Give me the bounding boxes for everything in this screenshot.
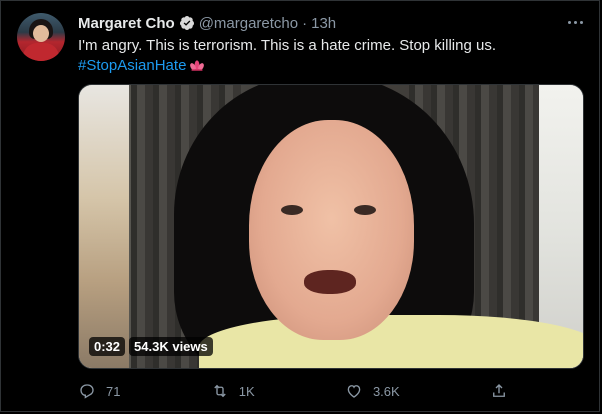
video-person-shirt	[199, 315, 583, 368]
verified-badge-icon	[179, 16, 194, 30]
reply-button[interactable]: 71	[78, 382, 120, 400]
reply-count: 71	[106, 383, 121, 399]
video-views: 54.3K views	[129, 337, 213, 356]
reply-icon	[80, 384, 94, 399]
video-badges: 0:32 54.3K views	[89, 337, 213, 356]
avatar-shirt	[23, 43, 59, 61]
tweet-timestamp[interactable]: 13h	[311, 15, 336, 32]
avatar-face	[33, 25, 49, 42]
more-icon[interactable]	[565, 15, 585, 29]
tweet-header: Margaret Cho @margaretcho · 13h	[78, 13, 336, 33]
retweet-button[interactable]: 1K	[211, 382, 255, 400]
hashtag-link[interactable]: #StopAsianHate	[78, 56, 186, 76]
video-person-face	[249, 120, 414, 340]
tweet-text: I'm angry. This is terrorism. This is a …	[78, 36, 578, 76]
tweet-body: I'm angry. This is terrorism. This is a …	[78, 37, 496, 54]
video-duration: 0:32	[89, 337, 126, 356]
author-name[interactable]: Margaret Cho	[78, 15, 175, 32]
like-count: 3.6K	[372, 383, 400, 399]
video-person-eye-right	[354, 205, 376, 215]
retweet-icon	[214, 384, 226, 398]
video-window-left	[79, 85, 129, 368]
tweet-actions: 71 1K 3.6K	[78, 381, 508, 401]
separator-dot: ·	[302, 14, 308, 32]
author-handle[interactable]: @margaretcho	[199, 15, 298, 32]
share-button[interactable]	[490, 382, 508, 400]
like-button[interactable]: 3.6K	[345, 382, 400, 400]
tweet-card[interactable]: Margaret Cho @margaretcho · 13h I'm angr…	[0, 0, 600, 412]
share-icon	[493, 384, 505, 397]
avatar[interactable]	[17, 13, 65, 61]
video-person-eye-left	[281, 205, 303, 215]
video-person-mouth	[304, 270, 356, 294]
lotus-icon	[190, 60, 205, 71]
video-player[interactable]: 0:32 54.3K views	[78, 84, 584, 369]
retweet-count: 1K	[238, 383, 255, 399]
hashtag-line: #StopAsianHate	[78, 56, 578, 76]
like-icon	[347, 385, 361, 398]
